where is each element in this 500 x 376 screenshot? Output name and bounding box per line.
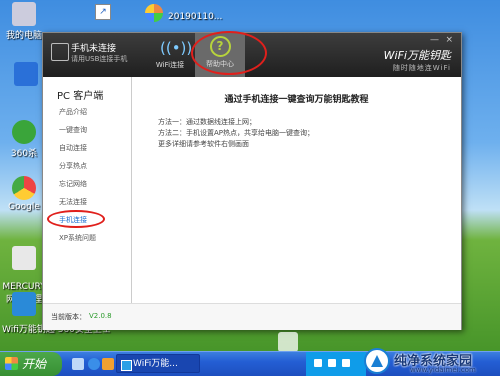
content-title: 通过手机连接一键查询万能钥匙教程 <box>224 95 369 105</box>
phone-status-sub: 请用USB连接手机 <box>71 55 128 63</box>
brand-name: WiFi万能钥匙 <box>383 49 451 62</box>
desktop-icon-label: 我的电脑 <box>5 31 42 41</box>
app-icon <box>14 62 38 86</box>
sidebar-title: PC 客户端 <box>57 91 104 102</box>
start-button[interactable]: 开始 <box>0 352 62 376</box>
network-card-icon <box>12 246 36 270</box>
desktop-icon-360[interactable]: 360杀 <box>4 120 44 159</box>
tray-icon[interactable] <box>328 359 336 367</box>
desktop-icon-wifi[interactable] <box>4 292 44 318</box>
top-strip-text: 20190110... <box>168 12 223 22</box>
sidebar-item-cannot-connect[interactable]: 无法连接 <box>59 197 87 207</box>
wifi-icon <box>12 292 36 316</box>
computer-icon <box>12 2 36 26</box>
phone-status: 手机未连接 <box>71 44 117 54</box>
tab-label: WiFi连接 <box>155 61 185 69</box>
system-tray <box>306 352 366 376</box>
content-line: 方法一：通过数据线连接上网； <box>158 118 256 126</box>
sidebar-item-auto-connect[interactable]: 自动连接 <box>59 143 87 153</box>
help-highlight-circle <box>191 31 267 75</box>
sidebar-item-xp-issues[interactable]: XP系统问题 <box>59 233 96 243</box>
tab-wifi-connect[interactable]: ((•)) WiFi连接 <box>145 35 195 75</box>
content-line: 更多详细请参考软件右侧画面 <box>158 140 249 148</box>
shield-icon <box>12 120 36 144</box>
quicklaunch-media-icon[interactable] <box>102 358 114 370</box>
sidebar-item-product[interactable]: 产品介绍 <box>59 107 87 117</box>
content-line: 方法二：手机设置AP热点，共享给电脑一键查询； <box>158 129 315 137</box>
close-button[interactable]: × <box>445 35 453 45</box>
help-content: 通过手机连接一键查询万能钥匙教程 方法一：通过数据线连接上网； 方法二：手机设置… <box>132 77 461 303</box>
footer: 当前版本： V2.0.8 <box>43 303 461 330</box>
taskbar-window-button[interactable]: WiFi万能... <box>116 354 200 373</box>
phone-icon <box>51 43 69 61</box>
version-label: 当前版本： <box>51 313 86 321</box>
sidebar-item-share-hotspot[interactable]: 分享热点 <box>59 161 87 171</box>
brand: WiFi万能钥匙 随时随地连WiFi <box>384 47 451 73</box>
sidebar-item-forget-network[interactable]: 忘记网络 <box>59 179 87 189</box>
tray-icon[interactable] <box>342 359 350 367</box>
windows-flag-icon <box>5 357 18 370</box>
watermark-url: www.yidaimei.com <box>410 366 476 374</box>
quicklaunch-desktop-icon[interactable] <box>72 358 84 370</box>
version-value: V2.0.8 <box>89 312 112 320</box>
photos-icon <box>145 4 163 22</box>
sidebar: PC 客户端 产品介绍 一键查询 自动连接 分享热点 忘记网络 无法连接 手机连… <box>43 77 132 303</box>
desktop-icon-label: Google <box>8 202 40 212</box>
start-label: 开始 <box>22 357 47 371</box>
desktop-icon-blue[interactable] <box>6 62 46 88</box>
brand-slogan: 随时随地连WiFi <box>392 64 451 72</box>
minimize-button[interactable]: — <box>430 35 439 45</box>
watermark-badge <box>278 332 298 352</box>
top-strip: 20190110... <box>120 0 390 28</box>
tray-icon[interactable] <box>314 359 322 367</box>
desktop-icon-label: 360杀 <box>10 149 38 159</box>
desktop-icon-my-computer[interactable]: 我的电脑 <box>4 2 44 41</box>
wifi-key-window: 手机未连接 请用USB连接手机 ((•)) WiFi连接 ? 帮助中心 — × … <box>42 31 462 330</box>
google-icon <box>12 176 36 200</box>
shortcut-arrow-icon: ↗ <box>95 4 111 20</box>
sidebar-item-query[interactable]: 一键查询 <box>59 125 87 135</box>
title-bar: 手机未连接 请用USB连接手机 ((•)) WiFi连接 ? 帮助中心 — × … <box>43 31 461 77</box>
desktop-icon-google[interactable]: Google <box>4 176 44 212</box>
quicklaunch-ie-icon[interactable] <box>88 358 100 370</box>
wifi-icon: ((•)) <box>160 39 193 57</box>
watermark-logo-icon <box>364 348 390 374</box>
phone-connect-highlight-circle <box>47 210 105 228</box>
